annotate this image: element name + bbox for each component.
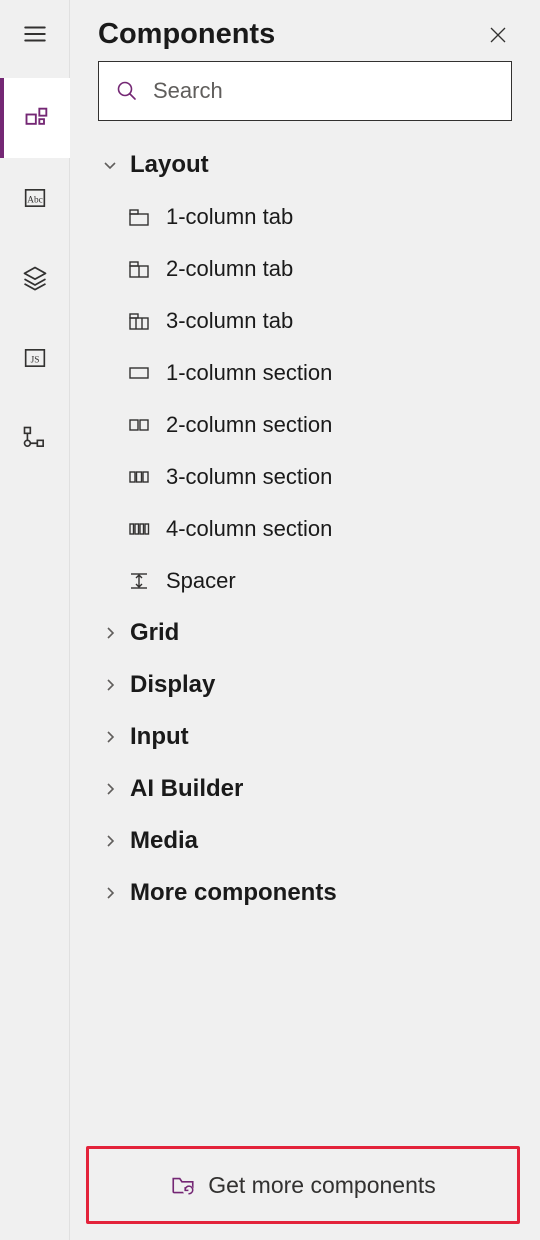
chevron-right-icon xyxy=(100,675,120,695)
component-item-3-column-tab[interactable]: 3-column tab xyxy=(80,295,530,347)
1col-section-icon xyxy=(126,360,152,386)
chevron-right-icon xyxy=(100,779,120,799)
group-header-more-components[interactable]: More components xyxy=(80,867,530,919)
group-header-ai-builder[interactable]: AI Builder xyxy=(80,763,530,815)
group-label: Layout xyxy=(130,151,209,179)
1col-tab-icon xyxy=(126,204,152,230)
group-label: More components xyxy=(130,879,337,907)
get-more-components-button[interactable]: Get more components xyxy=(86,1146,520,1224)
close-button[interactable] xyxy=(484,21,512,49)
components-panel: Components Layout 1-column tab 2-column ta… xyxy=(70,0,540,1240)
item-label: Spacer xyxy=(166,568,236,594)
left-rail: Abc JS xyxy=(0,0,70,1240)
svg-text:JS: JS xyxy=(30,356,39,366)
component-item-1-column-section[interactable]: 1-column section xyxy=(80,347,530,399)
3col-tab-icon xyxy=(126,308,152,334)
component-item-2-column-section[interactable]: 2-column section xyxy=(80,399,530,451)
chevron-right-icon xyxy=(100,883,120,903)
text-abc-icon: Abc xyxy=(21,184,49,212)
group-header-grid[interactable]: Grid xyxy=(80,607,530,659)
hamburger-icon xyxy=(22,21,48,47)
components-icon xyxy=(23,104,51,132)
group-header-input[interactable]: Input xyxy=(80,711,530,763)
group-header-display[interactable]: Display xyxy=(80,659,530,711)
group-header-layout[interactable]: Layout xyxy=(80,139,530,191)
footer-label: Get more components xyxy=(208,1172,436,1199)
component-item-2-column-tab[interactable]: 2-column tab xyxy=(80,243,530,295)
item-label: 1-column tab xyxy=(166,204,293,230)
search-wrapper xyxy=(70,61,540,135)
item-label: 1-column section xyxy=(166,360,332,386)
rail-components-button[interactable] xyxy=(0,78,70,158)
item-label: 3-column section xyxy=(166,464,332,490)
spacer-icon xyxy=(126,568,152,594)
js-icon: JS xyxy=(21,344,49,372)
rail-tree-button[interactable] xyxy=(0,398,70,478)
layers-icon xyxy=(21,264,49,292)
tree-view-icon xyxy=(21,424,49,452)
folder-add-icon xyxy=(170,1172,196,1198)
rail-layers-button[interactable] xyxy=(0,238,70,318)
2col-section-icon xyxy=(126,412,152,438)
group-label: Grid xyxy=(130,619,179,647)
group-label: Input xyxy=(130,723,189,751)
item-label: 2-column tab xyxy=(166,256,293,282)
item-label: 3-column tab xyxy=(166,308,293,334)
rail-text-button[interactable]: Abc xyxy=(0,158,70,238)
group-label: AI Builder xyxy=(130,775,243,803)
search-icon xyxy=(115,79,139,103)
search-input[interactable] xyxy=(153,78,495,104)
group-header-media[interactable]: Media xyxy=(80,815,530,867)
rail-js-button[interactable]: JS xyxy=(0,318,70,398)
group-label: Media xyxy=(130,827,198,855)
item-label: 2-column section xyxy=(166,412,332,438)
component-tree: Layout 1-column tab 2-column tab 3-column t… xyxy=(70,135,540,1240)
3col-section-icon xyxy=(126,464,152,490)
svg-text:Abc: Abc xyxy=(27,196,43,206)
component-item-1-column-tab[interactable]: 1-column tab xyxy=(80,191,530,243)
2col-tab-icon xyxy=(126,256,152,282)
chevron-right-icon xyxy=(100,831,120,851)
chevron-right-icon xyxy=(100,727,120,747)
panel-title: Components xyxy=(98,18,275,51)
chevron-right-icon xyxy=(100,623,120,643)
panel-header: Components xyxy=(70,0,540,61)
4col-section-icon xyxy=(126,516,152,542)
component-item-spacer[interactable]: Spacer xyxy=(80,555,530,607)
component-item-3-column-section[interactable]: 3-column section xyxy=(80,451,530,503)
chevron-down-icon xyxy=(100,155,120,175)
component-item-4-column-section[interactable]: 4-column section xyxy=(80,503,530,555)
item-label: 4-column section xyxy=(166,516,332,542)
search-box[interactable] xyxy=(98,61,512,121)
close-icon xyxy=(488,25,508,45)
group-label: Display xyxy=(130,671,215,699)
hamburger-menu-button[interactable] xyxy=(11,10,59,58)
